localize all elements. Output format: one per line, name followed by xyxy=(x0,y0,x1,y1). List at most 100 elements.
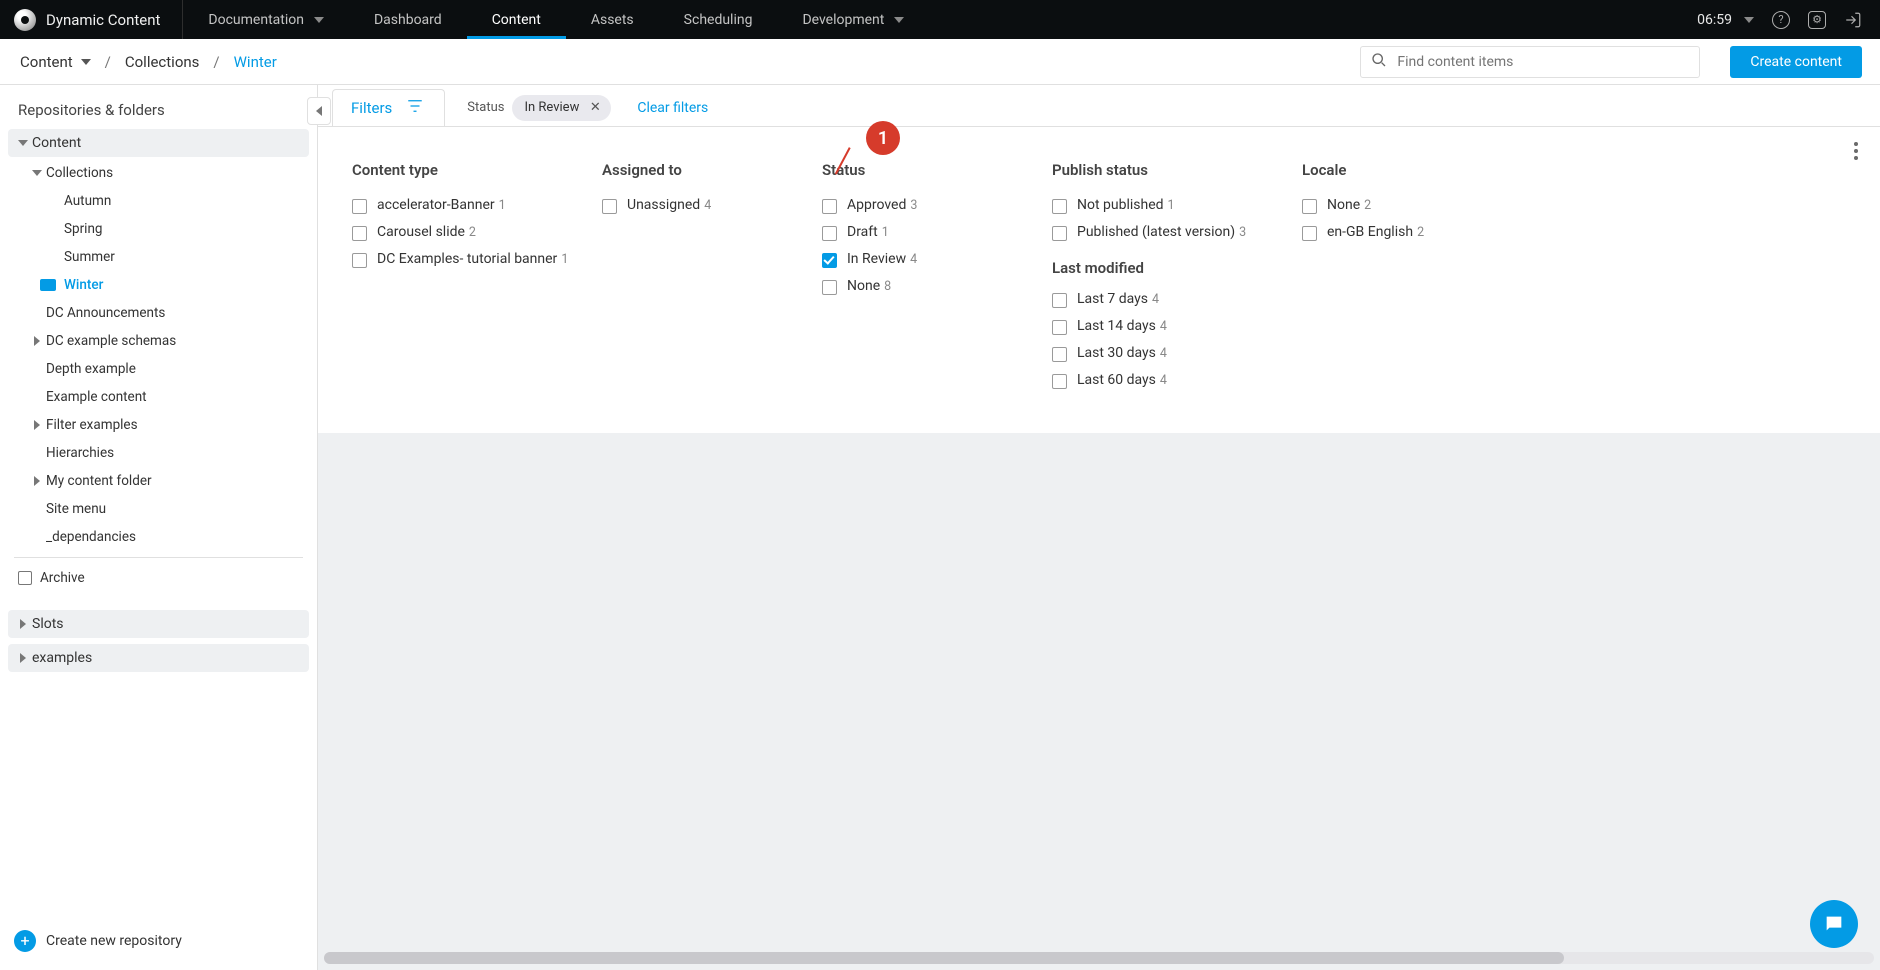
folder-dependancies[interactable]: _dependancies xyxy=(8,523,309,551)
filter-col-assigned-to: Assigned to Unassigned4 xyxy=(602,161,822,399)
callout-number: 1 xyxy=(878,128,888,149)
folder-label: DC Announcements xyxy=(46,305,301,321)
sidebar-scroll[interactable]: Content Collections Autumn Spring Summer… xyxy=(0,129,317,918)
filter-item[interactable]: Last 30 days4 xyxy=(1052,345,1272,362)
search-box[interactable] xyxy=(1360,46,1700,78)
filter-item[interactable]: None8 xyxy=(822,278,1022,295)
filters-tab-label: Filters xyxy=(351,99,392,117)
chevron-down-icon xyxy=(894,17,904,23)
chevron-right-icon xyxy=(28,336,46,346)
filter-item[interactable]: Last 7 days4 xyxy=(1052,291,1272,308)
folder-example-content[interactable]: Example content xyxy=(8,383,309,411)
filter-item[interactable]: en-GB English2 xyxy=(1302,224,1492,241)
filter-item[interactable]: None2 xyxy=(1302,197,1492,214)
filter-item[interactable]: Last 60 days4 xyxy=(1052,372,1272,389)
folder-dc-example-schemas[interactable]: DC example schemas xyxy=(8,327,309,355)
repo-slots[interactable]: Slots xyxy=(8,610,309,638)
logout-icon[interactable] xyxy=(1844,11,1862,29)
help-icon[interactable]: ? xyxy=(1772,11,1790,29)
nav-label: Dashboard xyxy=(374,12,442,28)
secondary-bar-right: Create content xyxy=(1360,46,1862,78)
nav-development[interactable]: Development xyxy=(777,0,929,39)
checkbox-icon xyxy=(352,253,367,268)
create-repository-button[interactable]: + Create new repository xyxy=(0,918,317,970)
chat-fab[interactable] xyxy=(1810,900,1858,948)
filter-col-title: Last modified xyxy=(1052,259,1272,277)
chevron-right-icon xyxy=(28,420,46,430)
folder-collections[interactable]: Collections xyxy=(8,159,309,187)
breadcrumb-collections[interactable]: Collections xyxy=(125,53,200,71)
breadcrumb-separator: / xyxy=(213,53,219,71)
filter-count: 1 xyxy=(561,252,568,267)
filter-item[interactable]: Published (latest version)3 xyxy=(1052,224,1272,241)
scrollbar-thumb[interactable] xyxy=(324,952,1564,964)
folder-winter[interactable]: Winter xyxy=(8,271,309,299)
divider xyxy=(14,557,303,558)
horizontal-scrollbar[interactable] xyxy=(324,952,1874,964)
checkbox-icon xyxy=(352,199,367,214)
filter-count: 4 xyxy=(910,252,917,267)
folder-label: Example content xyxy=(46,389,301,405)
filter-col-locale: Locale None2 en-GB English2 xyxy=(1302,161,1522,399)
folder-filter-examples[interactable]: Filter examples xyxy=(8,411,309,439)
filter-item[interactable]: accelerator-Banner1 xyxy=(352,197,572,214)
callout-badge: 1 xyxy=(866,121,900,155)
repo-content[interactable]: Content xyxy=(8,129,309,157)
nav-assets[interactable]: Assets xyxy=(566,0,659,39)
breadcrumb-root[interactable]: Content xyxy=(20,53,91,71)
filter-col-title: Content type xyxy=(352,161,572,179)
create-content-button[interactable]: Create content xyxy=(1730,46,1862,78)
folder-spring[interactable]: Spring xyxy=(8,215,309,243)
folder-site-menu[interactable]: Site menu xyxy=(8,495,309,523)
filter-col-title: Assigned to xyxy=(602,161,792,179)
filter-item[interactable]: Approved3 xyxy=(822,197,1022,214)
filters-tab[interactable]: Filters xyxy=(332,89,445,126)
filter-label: accelerator-Banner xyxy=(377,197,495,213)
nav-dashboard[interactable]: Dashboard xyxy=(349,0,467,39)
folder-summer[interactable]: Summer xyxy=(8,243,309,271)
filter-item[interactable]: Last 14 days4 xyxy=(1052,318,1272,335)
nav-documentation[interactable]: Documentation xyxy=(183,0,349,39)
active-filter-chip[interactable]: In Review ✕ xyxy=(512,95,611,121)
folder-hierarchies[interactable]: Hierarchies xyxy=(8,439,309,467)
filter-count: 4 xyxy=(1160,319,1167,334)
folder-my-content-folder[interactable]: My content folder xyxy=(8,467,309,495)
nav-scheduling[interactable]: Scheduling xyxy=(659,0,778,39)
folder-autumn[interactable]: Autumn xyxy=(8,187,309,215)
breadcrumb-current[interactable]: Winter xyxy=(234,53,277,71)
filter-item[interactable]: Not published1 xyxy=(1052,197,1272,214)
nav-content[interactable]: Content xyxy=(467,0,566,39)
panel-more-button[interactable] xyxy=(1846,137,1866,165)
checkbox-icon xyxy=(822,226,837,241)
filter-count: 4 xyxy=(1160,373,1167,388)
repo-examples[interactable]: examples xyxy=(8,644,309,672)
filter-item[interactable]: DC Examples- tutorial banner1 xyxy=(352,251,572,268)
filter-count: 2 xyxy=(1364,198,1371,213)
filter-count: 2 xyxy=(1417,225,1424,240)
checkbox-icon xyxy=(1302,226,1317,241)
filter-item[interactable]: In Review4 xyxy=(822,251,1022,268)
sidebar: Repositories & folders Content Collectio… xyxy=(0,85,318,970)
search-icon xyxy=(1371,52,1387,72)
filter-col-title: Locale xyxy=(1302,161,1492,179)
brand-name: Dynamic Content xyxy=(46,11,160,29)
search-input[interactable] xyxy=(1395,53,1689,71)
folder-label: Depth example xyxy=(46,361,301,377)
filter-col-publish: Publish status Not published1 Published … xyxy=(1052,161,1302,399)
filter-item[interactable]: Carousel slide2 xyxy=(352,224,572,241)
folder-depth-example[interactable]: Depth example xyxy=(8,355,309,383)
filter-label: None xyxy=(847,278,880,294)
folder-dc-announcements[interactable]: DC Announcements xyxy=(8,299,309,327)
filter-count: 2 xyxy=(469,225,476,240)
body: Repositories & folders Content Collectio… xyxy=(0,85,1880,970)
clock[interactable]: 06:59 xyxy=(1697,12,1754,28)
filter-item[interactable]: Draft1 xyxy=(822,224,1022,241)
filter-item[interactable]: Unassigned4 xyxy=(602,197,792,214)
gear-icon[interactable]: ⚙ xyxy=(1808,11,1826,29)
close-icon[interactable]: ✕ xyxy=(587,100,603,116)
folder-label: Summer xyxy=(64,249,301,265)
checkbox-icon xyxy=(1302,199,1317,214)
repo-archive[interactable]: Archive xyxy=(8,564,309,592)
top-nav-links: Documentation Dashboard Content Assets S… xyxy=(183,0,929,39)
clear-filters-link[interactable]: Clear filters xyxy=(637,100,708,116)
